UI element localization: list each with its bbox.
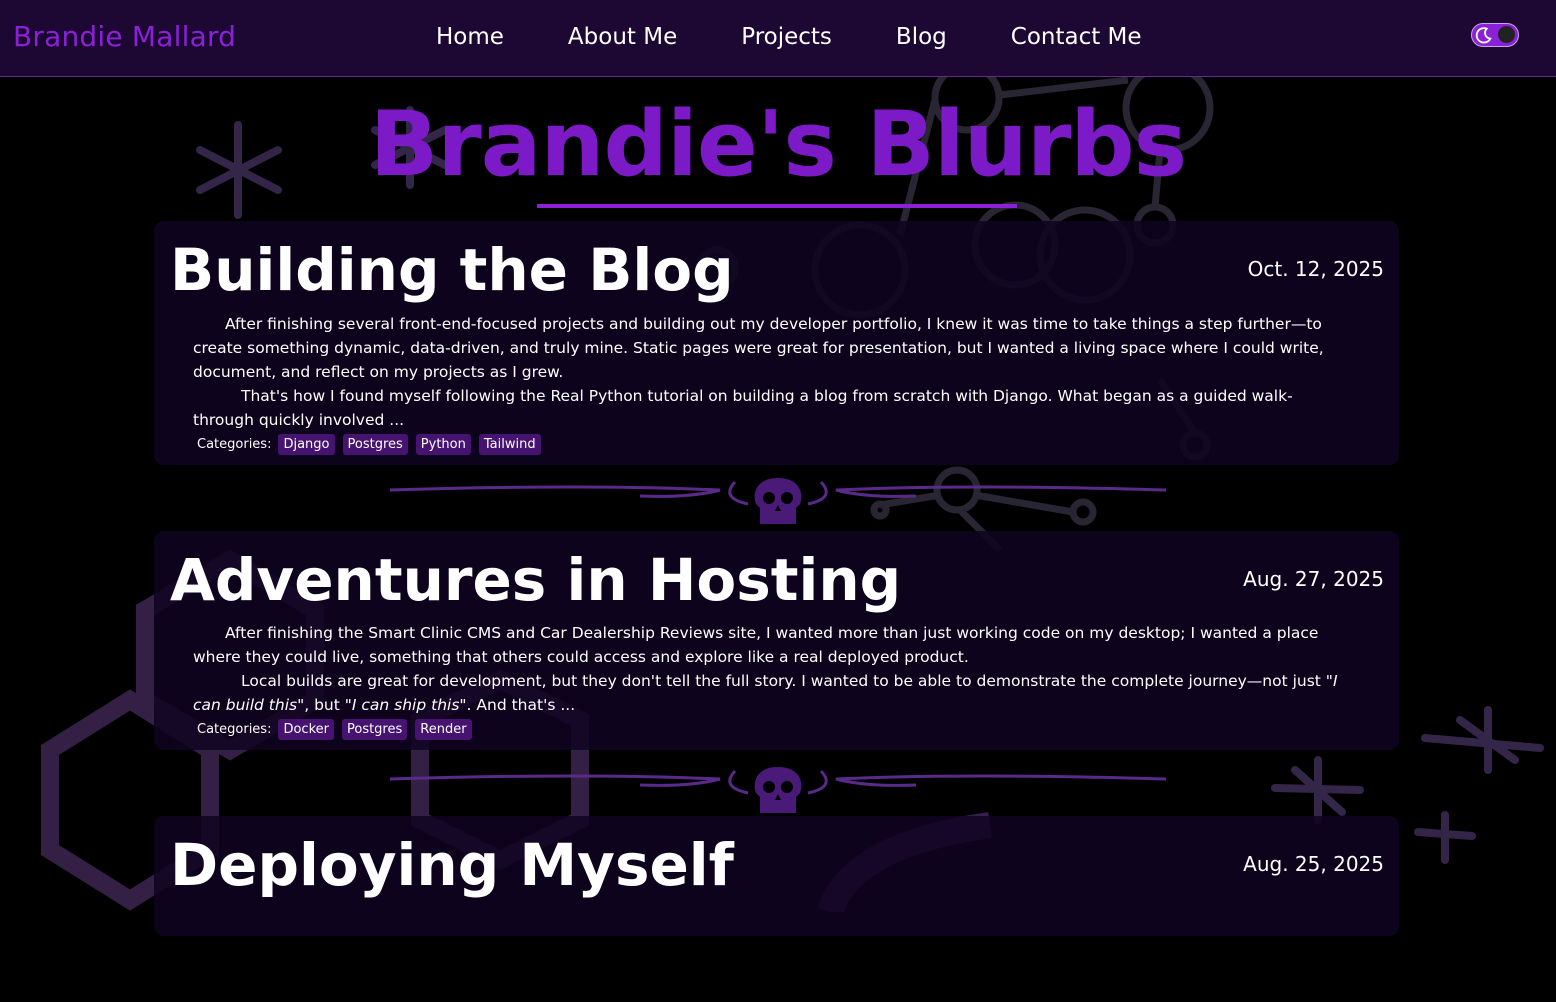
post-title-link[interactable]: Adventures in Hosting — [170, 546, 901, 614]
post-excerpt-paragraph: After finishing the Smart Clinic CMS and… — [193, 624, 1319, 667]
moon-icon — [1475, 27, 1492, 44]
post-title-link[interactable]: Deploying Myself — [170, 832, 734, 899]
post-excerpt-paragraph: Local builds are great for development, … — [193, 669, 1353, 717]
post-card: Adventures in Hosting Aug. 27, 2025 Afte… — [154, 530, 1399, 751]
post-divider — [390, 767, 1166, 813]
excerpt-text: ", but " — [297, 696, 352, 715]
category-tag[interactable]: Django — [278, 433, 335, 455]
post-card: Building the Blog Oct. 12, 2025 After fi… — [154, 221, 1399, 465]
post-excerpt-paragraph: After finishing several front-end-focuse… — [193, 314, 1324, 381]
category-tag[interactable]: Docker — [278, 719, 334, 741]
post-card: Deploying Myself Aug. 25, 2025 — [154, 816, 1399, 937]
category-tag[interactable]: Python — [415, 433, 471, 455]
post-excerpt: After finishing several front-end-focuse… — [193, 312, 1353, 432]
post-divider — [390, 478, 1166, 524]
brand-link[interactable]: Brandie Mallard — [13, 20, 236, 53]
toggle-knob — [1498, 26, 1515, 43]
excerpt-text: ". And that's ... — [459, 696, 576, 715]
post-title-link[interactable]: Building the Blog — [170, 237, 734, 304]
nav-link-blog[interactable]: Blog — [896, 24, 947, 50]
excerpt-emphasis: I can ship this — [351, 696, 460, 715]
category-tag[interactable]: Postgres — [341, 719, 408, 741]
nav-link-home[interactable]: Home — [436, 24, 504, 50]
categories-label: Categories: — [197, 722, 272, 738]
top-navbar: Brandie Mallard Home About Me Projects B… — [0, 0, 1556, 77]
skull-icon — [754, 478, 802, 524]
post-categories: Categories: Docker Postgres Render — [197, 719, 1383, 741]
post-list: Building the Blog Oct. 12, 2025 After fi… — [154, 221, 1399, 1002]
post-excerpt-paragraph: That's how I found myself following the … — [193, 386, 1293, 429]
category-tag[interactable]: Tailwind — [478, 433, 541, 455]
categories-label: Categories: — [197, 436, 272, 452]
theme-toggle[interactable] — [1471, 23, 1519, 47]
post-excerpt: After finishing the Smart Clinic CMS and… — [193, 621, 1353, 717]
post-date: Aug. 25, 2025 — [1243, 852, 1384, 877]
nav-link-about-me[interactable]: About Me — [568, 24, 677, 50]
category-tag[interactable]: Render — [415, 719, 472, 741]
title-underline — [537, 204, 1017, 208]
post-categories: Categories: Django Postgres Python Tailw… — [197, 433, 1383, 455]
excerpt-text: Local builds are great for development, … — [241, 672, 1333, 691]
post-date: Aug. 27, 2025 — [1243, 566, 1384, 591]
category-tag[interactable]: Postgres — [342, 433, 408, 455]
nav-link-projects[interactable]: Projects — [741, 24, 832, 50]
nav-link-contact-me[interactable]: Contact Me — [1011, 24, 1142, 50]
nav-links: Home About Me Projects Blog Contact Me — [436, 24, 1206, 50]
post-date: Oct. 12, 2025 — [1247, 257, 1384, 281]
skull-icon — [754, 767, 802, 813]
page-title: Brandie's Blurbs — [369, 92, 1187, 197]
